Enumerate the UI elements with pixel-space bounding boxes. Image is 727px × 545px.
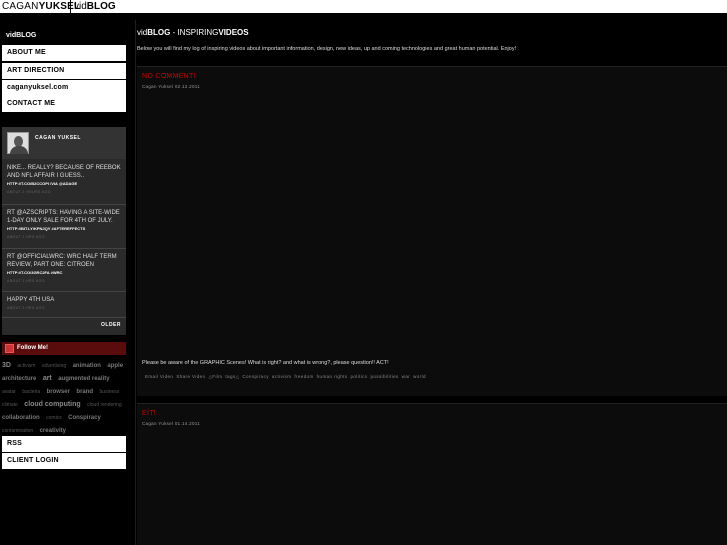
post-no-comment: NO COMMENT! Cagan Yuksel 02.12.2011 Plea… [137,66,727,396]
tweet-link[interactable]: HTTP://T.CO/3GRC2FA #WRC [7,269,121,277]
nav-client-login[interactable]: CLIENT LOGIN [2,453,126,469]
tweet-time[interactable]: ABOUT 3 HRS AGO [7,306,121,310]
nav-about-me[interactable]: ABOUT ME [2,45,126,61]
follow-me-label: Follow Me! [17,345,48,351]
tag-link[interactable]: browser [47,389,70,395]
tag-link[interactable]: brand [76,389,93,395]
page-title-sep: - INSPIRING [170,28,219,37]
tag-link[interactable]: creativity [40,428,66,434]
tag-link[interactable]: animation [73,363,101,369]
post-body: Please be aware of the GRAPHIC Scenes! W… [142,360,389,366]
post-tag-link[interactable]: △Film [208,374,222,379]
intro-text: Below you will find my log of inspiring … [137,46,517,52]
column-divider [135,20,136,545]
post-tag-link[interactable]: activism [272,374,291,379]
post-tag-link[interactable]: politics [350,374,367,379]
tag-link[interactable]: cloud rendering [87,402,121,408]
tag-link[interactable]: bacteria [22,389,40,395]
tag-link[interactable]: architecture [2,376,36,382]
page-title-bold-2: VIDEOS [218,28,249,37]
site-logo-bold: BLOG [86,1,116,12]
tweet-item: NIKE... REALLY? BECAUSE OF REEBOK AND NF… [2,160,126,205]
post-title[interactable]: NO COMMENT! [142,73,196,80]
tag-link[interactable]: 3D [2,362,11,369]
post-tag-link[interactable]: tags△ [225,374,239,379]
twitter-widget: CAGAN YUKSEL NIKE... REALLY? BECAUSE OF … [2,127,126,335]
twitter-username[interactable]: CAGAN YUKSEL [35,135,81,141]
brand-logo[interactable]: CAGANYUKSEL [2,0,80,13]
tweet-text: HAPPY 4TH USA [7,297,55,303]
tag-link[interactable]: climate [2,402,18,408]
tweet-item: RT @AZSCRIPTS: HAVING A SITE-WIDE 1-DAY … [2,205,126,249]
tag-link[interactable]: art [43,375,52,382]
tweet-time[interactable]: ABOUT 2 HOURS AGO [7,190,121,194]
tag-link[interactable]: comics [46,415,62,421]
nav-contact-me[interactable]: CONTACT ME [2,96,126,112]
page-title-light: vid [137,28,148,37]
tag-link[interactable]: cloud computing [24,401,80,408]
tweet-text: NIKE... REALLY? BECAUSE OF REEBOK AND NF… [7,165,121,179]
post-tag-link[interactable]: freedom [294,374,313,379]
tag-link[interactable]: collaboration [2,415,40,421]
older-tweets-link[interactable]: OLDER [101,322,121,328]
post-tag-link[interactable]: Email Video [145,374,173,379]
tag-link[interactable]: avatar [2,389,16,395]
tag-link[interactable]: business [100,389,120,395]
post-eit: EİT! Cagan Yuksel 01.14.2011 [137,403,727,545]
tweet-item: HAPPY 4TH USA ABOUT 3 HRS AGO [2,292,126,318]
nav-rss[interactable]: RSS [2,436,126,452]
tag-cloud: 3D activism advertising animation apple … [2,358,126,436]
brand-divider [70,0,71,13]
post-tag-link[interactable]: world [413,374,426,379]
tag-link[interactable]: apple [107,363,123,369]
brand-first-name: CAGAN [2,1,39,12]
post-tag-link[interactable]: Conspiracy [242,374,269,379]
nav-caganyuksel-com[interactable]: caganyuksel.com [2,80,126,96]
post-tag-link[interactable]: war [402,374,410,379]
top-bar: CAGANYUKSEL vidBLOG [0,0,727,13]
tweet-item: RT @OFFICIALWRC: WRC HALF TERM REVIEW, P… [2,249,126,292]
page-title-bold: BLOG [147,28,171,37]
tag-link[interactable]: augmented reality [58,376,109,382]
post-tag-link[interactable]: possibilities [370,374,398,379]
avatar[interactable] [7,132,29,154]
post-meta: Cagan Yuksel 02.12.2011 [142,84,201,89]
site-logo[interactable]: vidBLOG [74,0,116,13]
tag-link[interactable]: advertising [42,363,66,369]
post-title[interactable]: EİT! [142,410,156,417]
tweet-link[interactable]: HTTP://T.CO/B2CCOPI /VIA @ADAGE [7,180,121,188]
twitter-icon [5,344,14,353]
post-tag-link[interactable]: human rights [317,374,348,379]
post-tags: Email Video Share Video △Film tags△ Conspira… [145,374,429,380]
site-logo-light: vid [74,1,87,12]
page-title: vidBLOG - INSPIRINGVIDEOS [137,28,249,37]
tweet-link[interactable]: HTTP://BIT.LY/KPNJQY #AFTEREFFECTS [7,225,121,233]
follow-me-button[interactable]: Follow Me! [2,342,126,355]
post-meta: Cagan Yuksel 01.14.2011 [142,421,201,426]
sidebar-title: vidBLOG [6,32,37,39]
tag-link[interactable]: activism [17,363,35,369]
tag-link[interactable]: contamination [2,428,33,434]
tweet-time[interactable]: ABOUT 3 HRS AGO [7,235,121,239]
tweet-time[interactable]: ABOUT 3 HRS AGO [7,279,121,283]
tweet-text: RT @OFFICIALWRC: WRC HALF TERM REVIEW, P… [7,254,117,268]
tweet-text: RT @AZSCRIPTS: HAVING A SITE-WIDE 1-DAY … [7,210,120,224]
post-tag-link[interactable]: Share Video [176,374,205,379]
nav-art-direction[interactable]: ART DIRECTION [2,63,126,79]
tag-link[interactable]: Conspiracy [68,415,101,421]
twitter-header: CAGAN YUKSEL [2,127,126,159]
